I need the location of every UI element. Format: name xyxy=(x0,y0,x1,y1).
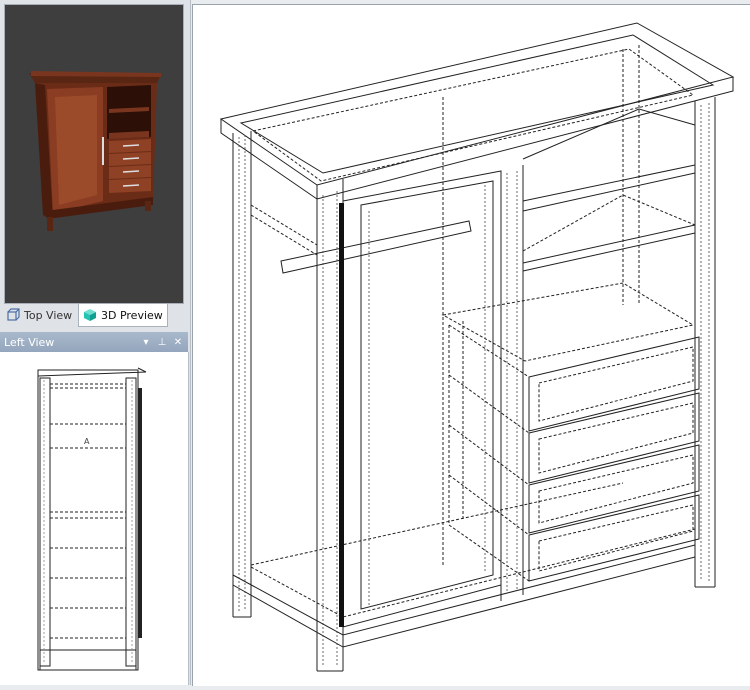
main-3d-wireframe-viewport[interactable] xyxy=(192,4,750,686)
tab-top-view-label: Top View xyxy=(24,308,73,322)
left-view-viewport[interactable]: A xyxy=(0,352,189,685)
panel-title: Left View xyxy=(4,335,55,349)
tab-3d-preview-label: 3D Preview xyxy=(101,308,163,322)
marker-label: A xyxy=(84,437,90,446)
left-view-panel-header: Left View ▾ ⊥ ✕ xyxy=(0,332,188,352)
wardrobe-wireframe-drawing xyxy=(219,22,735,672)
cube-outline-icon xyxy=(6,308,20,322)
pin-icon[interactable]: ⊥ xyxy=(156,336,168,348)
left-sidebar: Top View 3D Preview Left View ▾ ⊥ ✕ A xyxy=(0,0,191,685)
close-icon[interactable]: ✕ xyxy=(172,336,184,348)
wardrobe-3d-render xyxy=(29,71,161,231)
dropdown-arrow-icon[interactable]: ▾ xyxy=(140,336,152,348)
tab-3d-preview[interactable]: 3D Preview xyxy=(78,304,168,327)
left-view-drawing: A xyxy=(37,367,147,671)
tab-top-view[interactable]: Top View xyxy=(2,304,76,326)
3d-preview-viewport[interactable] xyxy=(4,4,184,304)
view-tabs: Top View 3D Preview xyxy=(0,304,190,328)
cube-color-icon xyxy=(83,308,97,322)
